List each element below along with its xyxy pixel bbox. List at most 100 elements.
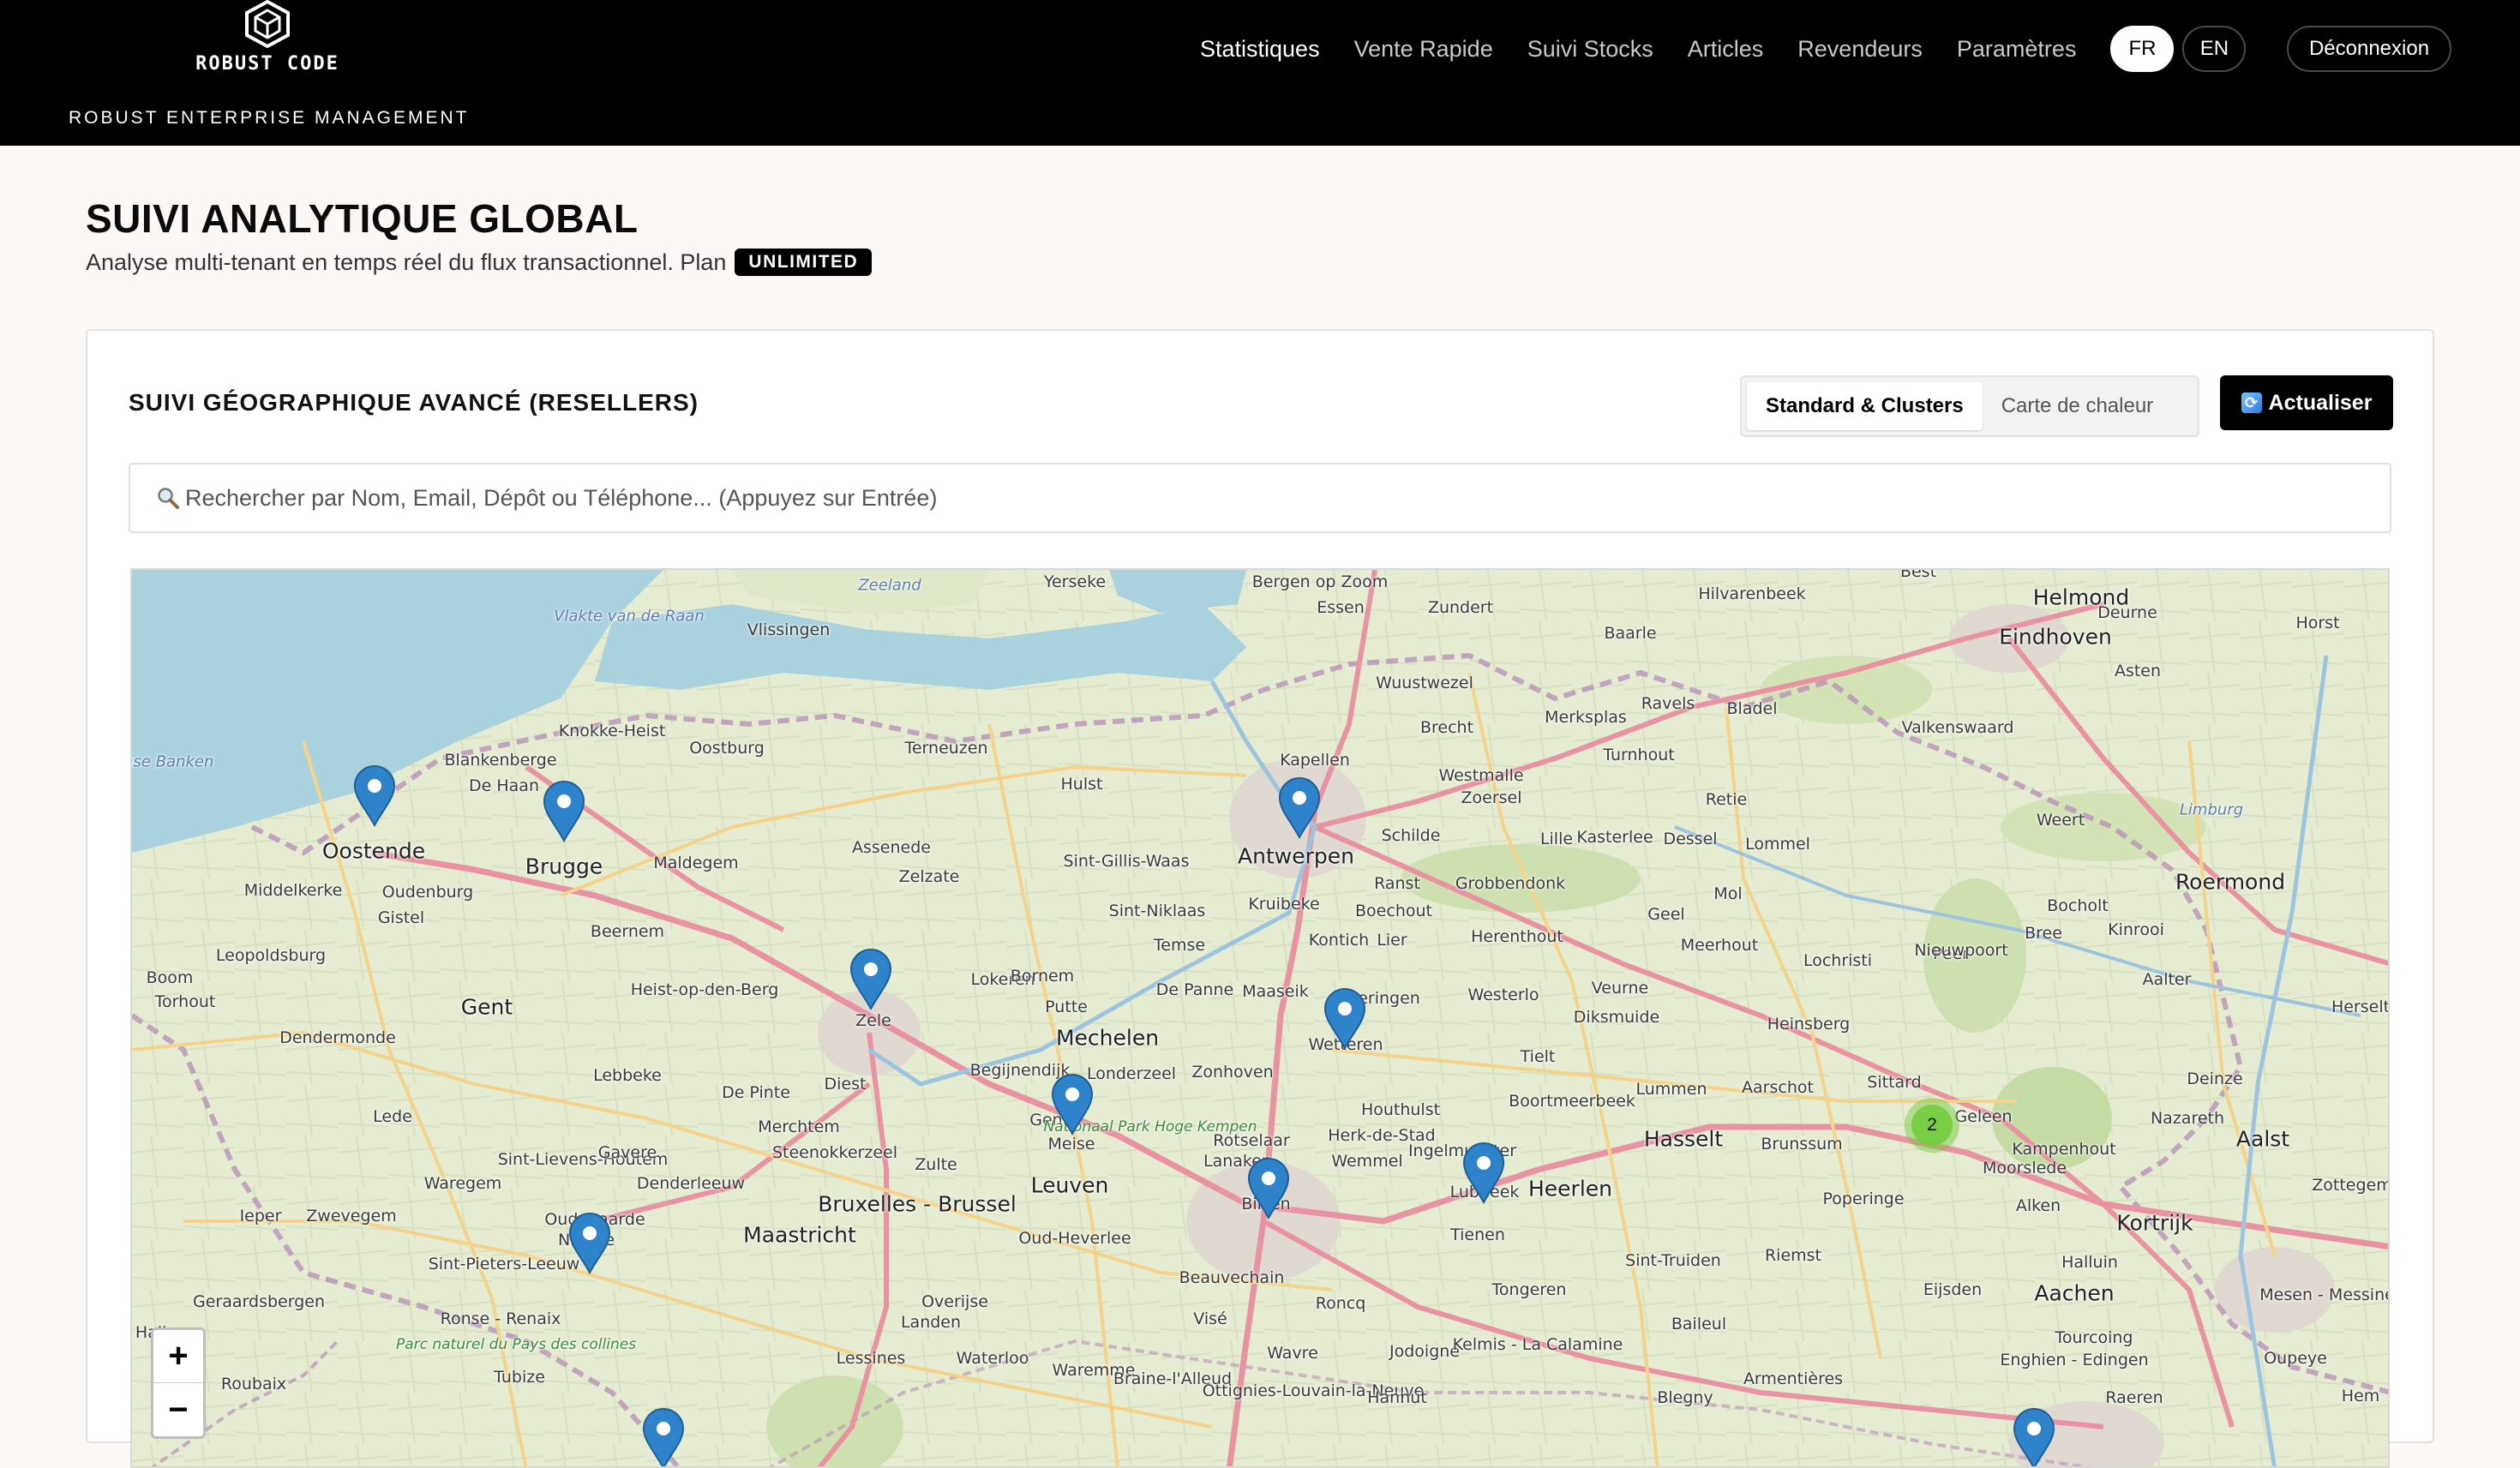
place-label: Raeren xyxy=(2105,1388,2163,1407)
place-label: Gavere xyxy=(597,1143,657,1162)
map-marker-bruxelles[interactable] xyxy=(1247,1158,1290,1219)
place-label: Temse xyxy=(1153,936,1206,955)
page-subtitle: Analyse multi-tenant en temps réel du fl… xyxy=(86,249,873,276)
place-label: Landen xyxy=(900,1313,962,1332)
plan-badge: UNLIMITED xyxy=(735,249,873,276)
place-label: Hasselt xyxy=(1643,1126,1724,1152)
place-label: Kampenhout xyxy=(2012,1140,2116,1159)
place-label: Poperinge xyxy=(1822,1189,1905,1208)
place-label: Grobbendonk xyxy=(1455,874,1566,893)
place-label: Oud-Heverlee xyxy=(1018,1229,1131,1248)
brand-name[interactable]: ROBUST CODE xyxy=(154,53,381,75)
place-label: Sint-Niklaas xyxy=(1108,902,1206,920)
nav-item-vente-rapide[interactable]: Vente Rapide xyxy=(1354,36,1493,63)
map-marker-gent[interactable] xyxy=(849,949,892,1010)
place-label: Zulte xyxy=(915,1155,957,1174)
refresh-label: Actualiser xyxy=(2268,390,2373,415)
place-label: Valkenswaard xyxy=(1901,718,2014,737)
place-label: Bergen op Zoom xyxy=(1251,572,1389,591)
place-label: Westmalle xyxy=(1438,766,1524,785)
card-title: SUIVI GÉOGRAPHIQUE AVANCÉ (RESELLERS) xyxy=(129,389,699,416)
nav-item-articles[interactable]: Articles xyxy=(1688,36,1764,63)
place-label: Diest xyxy=(824,1075,867,1094)
place-label: Roubaix xyxy=(220,1375,287,1393)
place-label: Geleen xyxy=(1954,1107,2013,1126)
map-marker-aalst[interactable] xyxy=(1051,1074,1094,1135)
place-label: Bocholt xyxy=(2047,896,2109,915)
map-cluster[interactable]: 2 xyxy=(1905,1098,1959,1153)
place-label: Parc naturel du Pays des collines xyxy=(395,1336,637,1353)
lang-fr-button[interactable]: FR xyxy=(2110,26,2175,72)
place-label: Mesen - Messines xyxy=(2259,1285,2390,1304)
place-label: Tourcoing xyxy=(2055,1328,2133,1347)
place-label: Hulst xyxy=(1060,775,1103,794)
nav-item-revendeurs[interactable]: Revendeurs xyxy=(1797,36,1923,63)
refresh-button[interactable]: ⟳ Actualiser xyxy=(2220,375,2393,430)
place-label: Vlaamse Banken xyxy=(132,752,214,771)
place-label: Armentières xyxy=(1743,1369,1844,1388)
zoom-out-button[interactable]: − xyxy=(153,1383,203,1436)
place-label: Gistel xyxy=(377,908,425,927)
place-label: Lummen xyxy=(1635,1080,1707,1099)
place-label: Gent xyxy=(460,994,513,1020)
place-label: Denderleeuw xyxy=(636,1174,746,1193)
place-label: Tielt xyxy=(1520,1047,1556,1066)
place-label: Overijse xyxy=(921,1292,988,1311)
place-label: Zelzate xyxy=(898,867,960,886)
cluster-count: 2 xyxy=(1911,1105,1953,1146)
place-label: Sint-Truiden xyxy=(1625,1251,1721,1270)
map-marker-antwerpen[interactable] xyxy=(1278,777,1321,839)
place-label: Moorslede xyxy=(1982,1159,2067,1177)
lang-en-button[interactable]: EN xyxy=(2182,26,2247,72)
place-label: Heerlen xyxy=(1527,1176,1613,1201)
place-label: Lille xyxy=(1539,830,1574,848)
place-label: Kapellen xyxy=(1280,751,1350,770)
place-label: Lochristi xyxy=(1803,951,1873,970)
place-label: Oostburg xyxy=(689,739,765,758)
place-label: Herselt xyxy=(2331,998,2390,1016)
place-label: Ravels xyxy=(1641,694,1695,713)
cube-logo-icon[interactable] xyxy=(243,0,291,48)
place-label: Brugge xyxy=(525,854,603,879)
place-label: Deinze xyxy=(2187,1070,2243,1088)
place-label: Eindhoven xyxy=(1999,624,2112,650)
place-label: Bladel xyxy=(1726,699,1778,718)
place-label: Boom xyxy=(146,968,194,987)
zoom-in-button[interactable]: + xyxy=(153,1330,203,1383)
place-label: Maldegem xyxy=(653,854,739,872)
place-label: Aalter xyxy=(2142,970,2192,989)
nav-item-parametres[interactable]: Paramètres xyxy=(1957,36,2077,63)
reseller-map[interactable]: Zeeland Yerseke Bergen op Zoom Essen Zundert… xyxy=(130,568,2390,1468)
map-marker-brugge[interactable] xyxy=(543,781,585,842)
place-label: Geel xyxy=(1647,905,1685,924)
place-label: Terneuzen xyxy=(904,739,988,758)
place-label: Houthulst xyxy=(1360,1100,1441,1119)
place-label: Weert xyxy=(2036,811,2085,830)
place-label: Maastricht xyxy=(743,1222,856,1248)
view-heatmap-button[interactable]: Carte de chaleur xyxy=(1983,382,2172,430)
place-label: Hem xyxy=(2341,1387,2380,1405)
place-label: Ronse - Renaix xyxy=(440,1309,561,1328)
map-marker-kortrijk[interactable] xyxy=(568,1213,611,1274)
place-label: Baileul xyxy=(1671,1315,1727,1333)
map-marker-liege[interactable] xyxy=(2013,1408,2055,1468)
map-marker-oostende[interactable] xyxy=(353,765,396,827)
place-label: Brunssum xyxy=(1761,1135,1843,1153)
place-label: Lier xyxy=(1377,931,1407,950)
place-label: Leopoldsburg xyxy=(215,946,327,965)
nav-item-suivi-stocks[interactable]: Suivi Stocks xyxy=(1527,36,1653,63)
view-standard-clusters-button[interactable]: Standard & Clusters xyxy=(1747,382,1983,430)
place-label: Oostende xyxy=(321,838,426,864)
main-nav: Statistiques Vente Rapide Suivi Stocks A… xyxy=(1200,26,2254,72)
place-label: Westerlo xyxy=(1467,986,1539,1004)
map-marker-lille[interactable] xyxy=(642,1408,685,1468)
map-marker-leuven[interactable] xyxy=(1462,1142,1505,1204)
place-label: Nieuwpoort xyxy=(1914,941,2008,960)
map-marker-mechelen[interactable] xyxy=(1323,988,1366,1050)
place-label: Bornem xyxy=(1010,967,1075,986)
place-label: Sint-Pieters-Leeuw xyxy=(428,1255,580,1273)
search-input[interactable] xyxy=(185,484,2328,512)
nav-item-statistiques[interactable]: Statistiques xyxy=(1200,36,1320,63)
place-label: Maaseik xyxy=(1242,982,1309,1001)
logout-button[interactable]: Déconnexion xyxy=(2287,26,2451,72)
